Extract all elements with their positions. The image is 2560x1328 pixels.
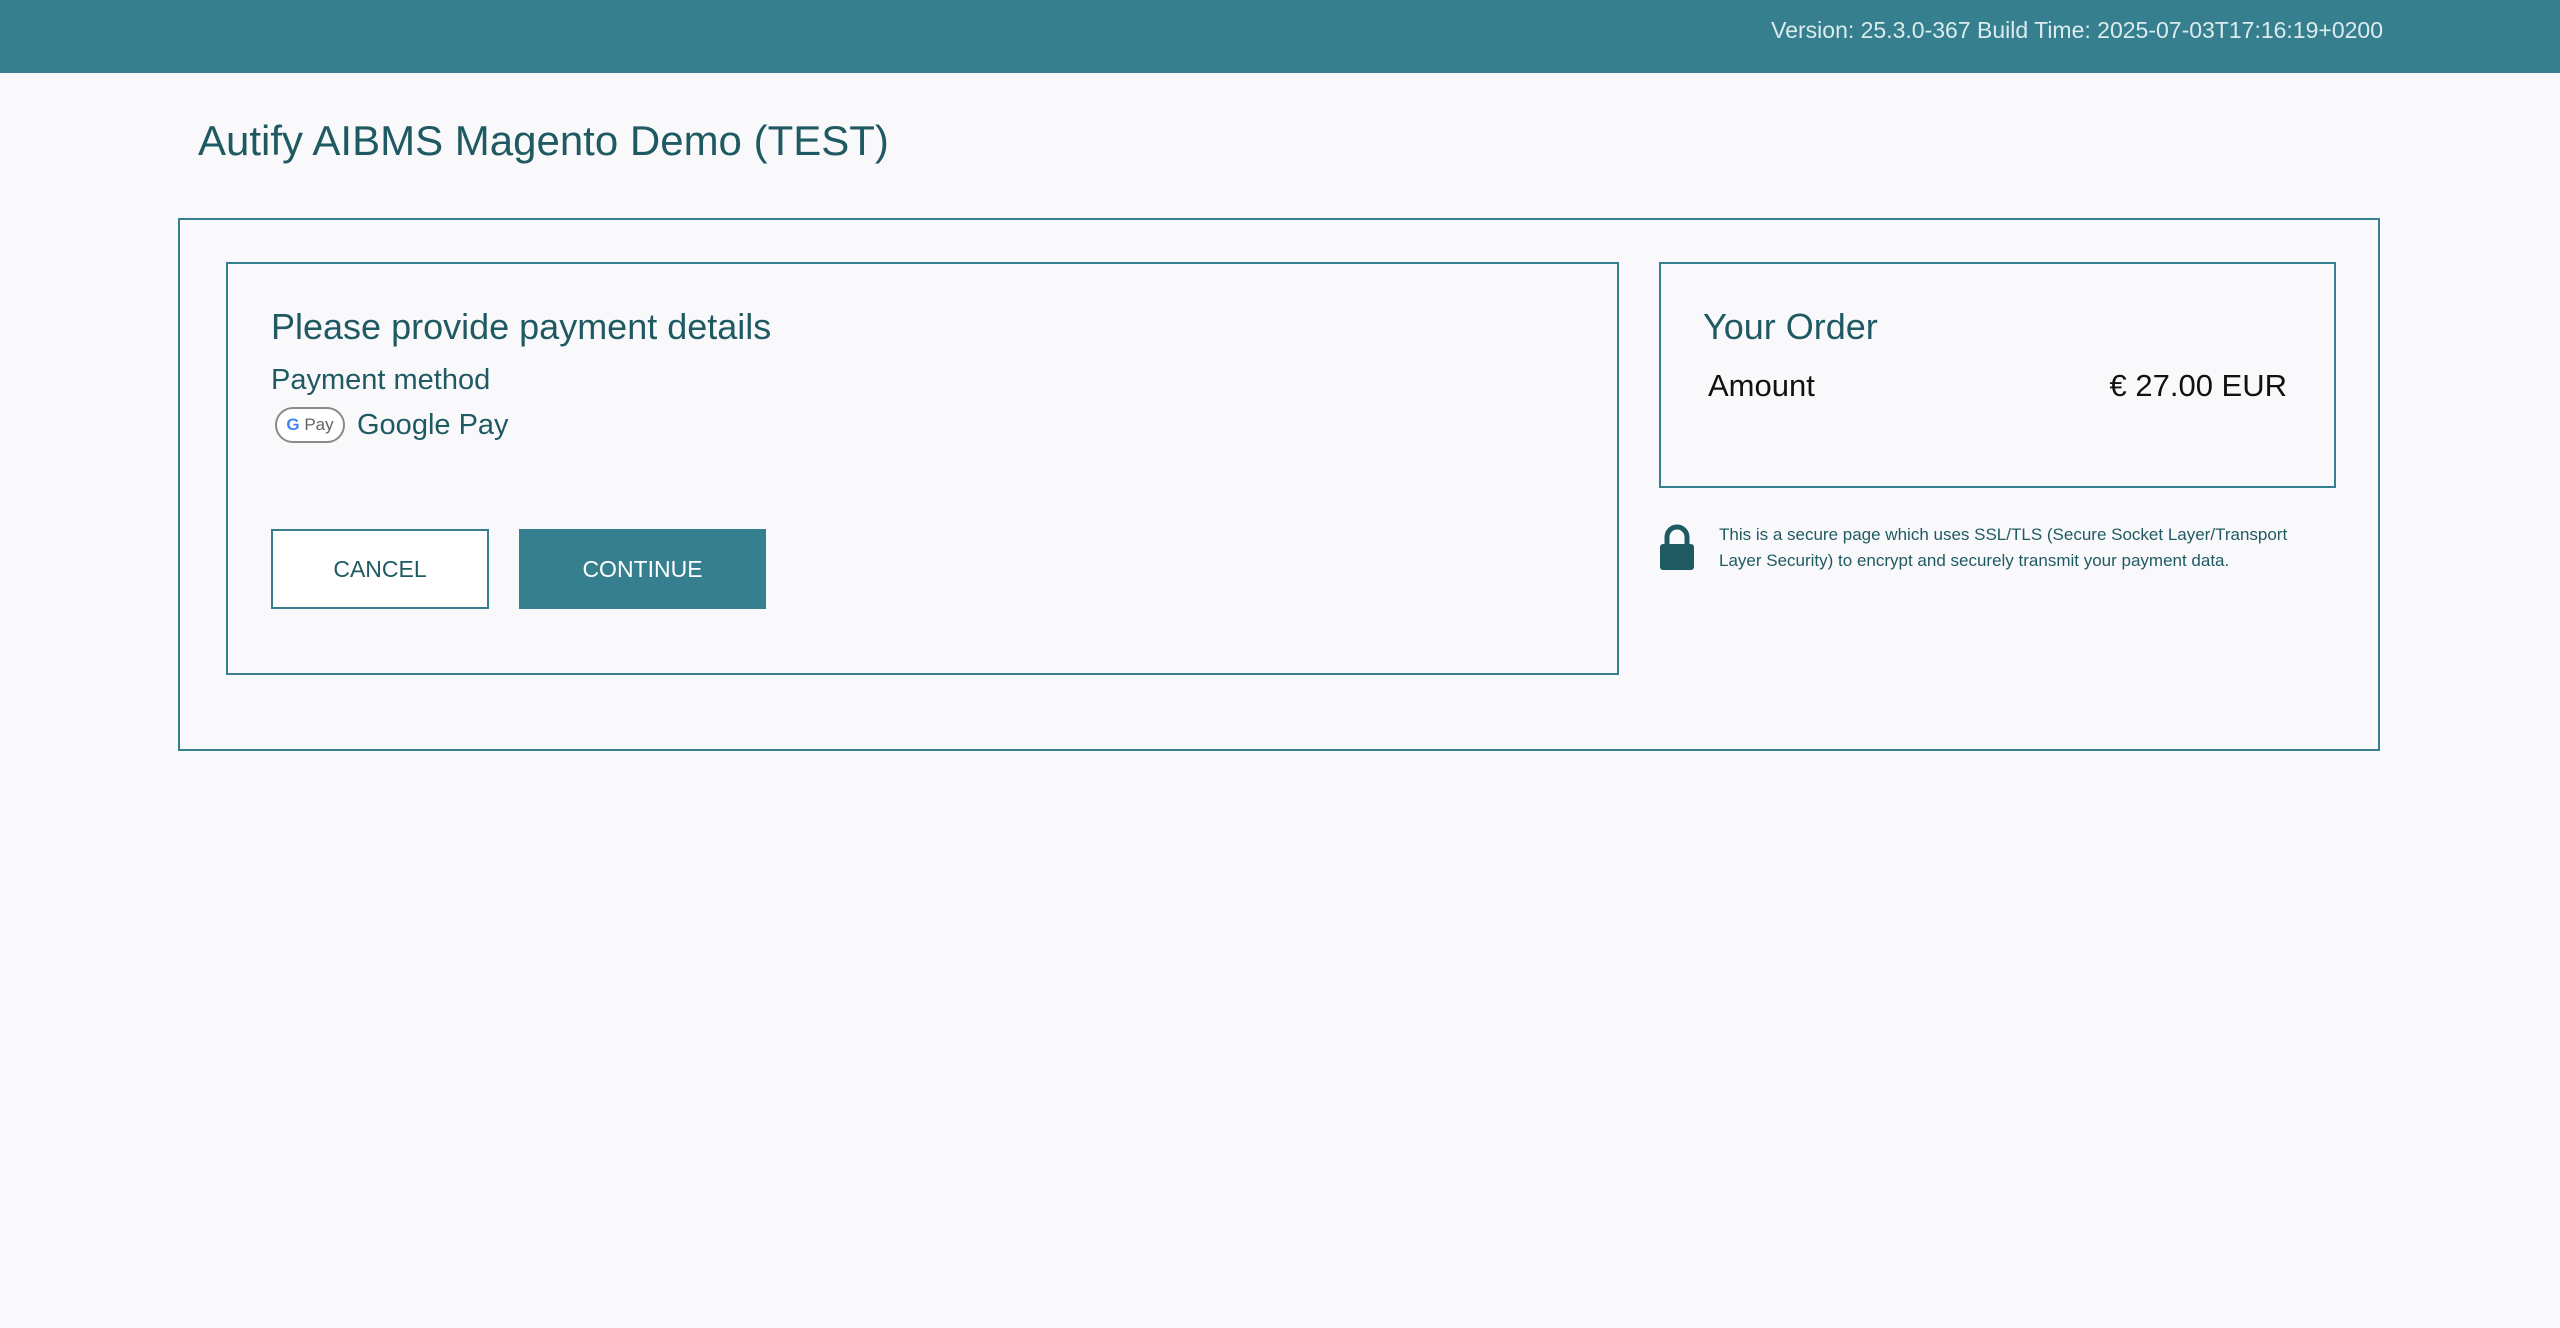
payment-details-heading: Please provide payment details (271, 306, 772, 347)
top-bar: Version: 25.3.0-367 Build Time: 2025-07-… (0, 0, 2560, 73)
payment-method-name: Google Pay (357, 409, 509, 441)
google-pay-icon: G Pay (275, 407, 345, 443)
amount-label: Amount (1708, 368, 1815, 403)
secure-page-notice: This is a secure page which uses SSL/TLS… (1719, 525, 2288, 570)
order-summary-panel: Your Order Amount € 27.00 EUR (1659, 262, 2336, 488)
payment-details-panel: Please provide payment details Payment m… (226, 262, 1619, 675)
continue-button[interactable]: CONTINUE (519, 529, 766, 609)
lock-icon (1660, 524, 1694, 570)
order-heading: Your Order (1703, 306, 1878, 347)
cancel-button[interactable]: CANCEL (271, 529, 489, 609)
amount-value: € 27.00 EUR (2109, 368, 2288, 403)
version-info: Version: 25.3.0-367 Build Time: 2025-07-… (1771, 17, 2383, 43)
page-title: Autify AIBMS Magento Demo (TEST) (198, 117, 889, 164)
payment-method: G Pay Google Pay (275, 405, 509, 445)
payment-method-label: Payment method (271, 364, 491, 396)
